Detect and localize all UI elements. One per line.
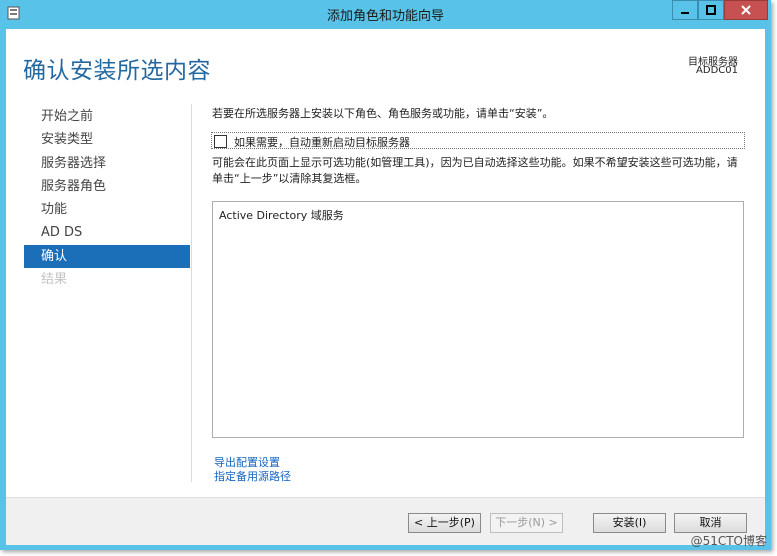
wizard-window: 添加角色和功能向导 确认安装所选内容 目标服务器 ADDC01 开始之前 安装类…	[0, 0, 771, 550]
list-item: Active Directory 域服务	[219, 209, 344, 222]
nav-item-installation-type[interactable]: 安装类型	[24, 128, 190, 151]
minimize-button[interactable]	[672, 0, 698, 20]
restart-checkbox-row[interactable]: 如果需要，自动重新启动目标服务器	[211, 132, 745, 149]
next-button: 下一步(N) >	[490, 513, 563, 533]
selected-items-list[interactable]: Active Directory 域服务	[212, 201, 744, 438]
cancel-button[interactable]: 取消	[674, 513, 747, 533]
wizard-footer: < 上一步(P) 下一步(N) > 安装(I) 取消	[6, 497, 765, 545]
nav-item-before-you-begin[interactable]: 开始之前	[24, 105, 190, 128]
target-server-value: ADDC01	[696, 65, 738, 76]
maximize-button[interactable]	[698, 0, 724, 20]
nav-item-server-roles[interactable]: 服务器角色	[24, 175, 190, 198]
title-bar[interactable]: 添加角色和功能向导	[0, 0, 771, 27]
nav-item-server-selection[interactable]: 服务器选择	[24, 152, 190, 175]
restart-checkbox-label[interactable]: 如果需要，自动重新启动目标服务器	[234, 134, 410, 150]
optional-features-note: 可能会在此页面上显示可选功能(如管理工具)，因为已自动选择这些功能。如果不希望安…	[212, 156, 738, 185]
install-button[interactable]: 安装(I)	[593, 513, 666, 533]
close-icon	[741, 5, 751, 15]
instruction-text: 若要在所选服务器上安装以下角色、角色服务或功能，请单击“安装”。	[212, 107, 554, 120]
close-button[interactable]	[724, 0, 768, 20]
wizard-nav: 开始之前 安装类型 服务器选择 服务器角色 功能 AD DS 确认 结果	[24, 105, 190, 291]
maximize-icon	[706, 5, 716, 15]
nav-item-results: 结果	[41, 272, 68, 288]
page-title: 确认安装所选内容	[23, 58, 211, 84]
previous-button[interactable]: < 上一步(P)	[408, 513, 481, 533]
nav-divider	[191, 104, 192, 482]
restart-checkbox[interactable]	[214, 135, 227, 148]
nav-item-features[interactable]: 功能	[24, 198, 190, 221]
minimize-icon	[681, 12, 689, 14]
nav-item-ad-ds[interactable]: AD DS	[24, 221, 190, 244]
wizard-client-area: 确认安装所选内容 目标服务器 ADDC01 开始之前 安装类型 服务器选择 服务…	[6, 29, 765, 545]
alternate-source-link[interactable]: 指定备用源路径	[214, 468, 291, 484]
window-title: 添加角色和功能向导	[326, 9, 444, 24]
nav-item-confirmation[interactable]: 确认	[24, 244, 190, 269]
watermark: @51CTO博客	[690, 534, 767, 548]
